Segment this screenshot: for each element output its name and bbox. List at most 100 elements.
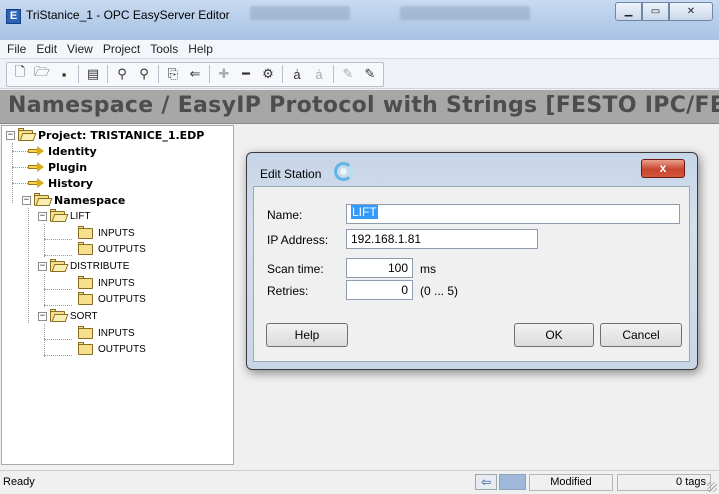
tree-item-sort[interactable]: − SORT — [38, 308, 98, 324]
menu-bar: File Edit View Project Tools Help — [0, 40, 719, 59]
find-icon[interactable]: ⚲ — [111, 63, 133, 85]
retries-range: (0 ... 5) — [420, 284, 459, 298]
name-label: Name: — [267, 208, 303, 222]
scan-time-field[interactable]: 100 — [346, 258, 413, 278]
toolbar: 🗋 🗁 ▪ ▤ ⚲ ⚲ ⎘ ⇐ ✚ ━ ⚙ ẚ ẚ ✎ ✎ — [0, 60, 719, 89]
tree-label: OUTPUTS — [98, 343, 146, 355]
name-field[interactable]: LIFT — [346, 204, 680, 224]
menu-file[interactable]: File — [2, 42, 31, 56]
toolbar-group: 🗋 🗁 ▪ ▤ ⚲ ⚲ ⎘ ⇐ ✚ ━ ⚙ ẚ ẚ ✎ ✎ — [6, 61, 384, 87]
arrow-right-icon — [28, 146, 45, 156]
cancel-button[interactable]: Cancel — [600, 323, 682, 347]
tree-label: History — [48, 176, 93, 190]
collapse-icon[interactable]: − — [38, 261, 47, 271]
resize-grip-icon[interactable] — [707, 482, 717, 492]
title-bar: E TriStanice_1 - OPC EasyServer Editor ▁… — [0, 0, 719, 40]
modified-status: Modified — [529, 474, 613, 491]
ip-label: IP Address: — [267, 233, 329, 247]
tree-item-identity[interactable]: Identity — [28, 143, 97, 159]
tree-label: OUTPUTS — [98, 293, 146, 305]
window-title: TriStanice_1 - OPC EasyServer Editor — [26, 8, 230, 22]
tree-label: Identity — [48, 144, 97, 158]
minimize-icon[interactable]: ▁ — [615, 2, 642, 21]
folder-open-icon — [50, 309, 69, 322]
back-arrow-icon[interactable]: ⇦ — [475, 474, 497, 490]
folder-open-icon — [50, 209, 69, 222]
menu-view[interactable]: View — [62, 42, 98, 56]
new-icon[interactable]: 🗋 — [9, 63, 31, 85]
folder-icon — [78, 292, 95, 305]
rename-disabled-icon[interactable]: ẚ — [308, 63, 330, 85]
status-indicator — [499, 474, 526, 490]
tree-item-namespace[interactable]: − Namespace — [22, 192, 125, 208]
tree-label: DISTRIBUTE — [70, 260, 130, 272]
collapse-icon[interactable]: − — [38, 311, 47, 321]
folder-icon — [78, 342, 95, 355]
open-icon[interactable]: 🗁 — [31, 63, 53, 85]
ip-address-field[interactable]: 192.168.1.81 — [346, 229, 538, 249]
blurred-title-region — [250, 6, 350, 20]
tree-label: INPUTS — [98, 327, 135, 339]
back-icon[interactable]: ⇐ — [184, 63, 206, 85]
loading-spinner-icon — [334, 162, 353, 181]
folder-icon — [78, 242, 95, 255]
tree-label: Namespace — [54, 193, 126, 207]
dialog-body: Name: LIFT IP Address: 192.168.1.81 Scan… — [253, 186, 690, 362]
status-bar: Ready ⇦ Modified 0 tags — [0, 470, 719, 494]
menu-tools[interactable]: Tools — [145, 42, 183, 56]
tree-label: Plugin — [48, 160, 88, 174]
tree-item-distribute[interactable]: − DISTRIBUTE — [38, 258, 129, 274]
close-icon[interactable]: ✕ — [669, 2, 713, 21]
menu-edit[interactable]: Edit — [31, 42, 62, 56]
menu-help[interactable]: Help — [183, 42, 218, 56]
tree-item-lift-outputs[interactable]: OUTPUTS — [78, 241, 146, 257]
folder-open-icon — [34, 193, 53, 206]
arrow-right-icon — [28, 162, 45, 172]
properties-icon[interactable]: ▤ — [82, 63, 104, 85]
tree-item-lift-inputs[interactable]: INPUTS — [78, 225, 135, 241]
scan-time-unit: ms — [420, 262, 436, 276]
tree-item-plugin[interactable]: Plugin — [28, 159, 87, 175]
tree-item-distribute-outputs[interactable]: OUTPUTS — [78, 291, 146, 307]
ok-button[interactable]: OK — [514, 323, 594, 347]
name-value: LIFT — [351, 205, 378, 219]
rename-icon[interactable]: ẚ — [286, 63, 308, 85]
tree-item-lift[interactable]: − LIFT — [38, 208, 91, 224]
collapse-icon[interactable]: − — [6, 130, 15, 140]
tree-label: OUTPUTS — [98, 243, 146, 255]
folder-icon — [78, 326, 95, 339]
tree-item-history[interactable]: History — [28, 175, 93, 191]
arrow-right-icon — [28, 178, 45, 188]
folder-open-icon — [18, 128, 37, 141]
page-title: Namespace / EasyIP Protocol with Strings… — [8, 93, 719, 118]
collapse-icon[interactable]: − — [22, 195, 31, 205]
folder-icon — [78, 276, 95, 289]
import-icon[interactable]: ⎘ — [162, 63, 184, 85]
maximize-icon[interactable]: ▭ — [642, 2, 669, 21]
blurred-title-region — [400, 6, 530, 20]
tree-item-distribute-inputs[interactable]: INPUTS — [78, 275, 135, 291]
tree-item-sort-inputs[interactable]: INPUTS — [78, 325, 135, 341]
tree-item-project[interactable]: − Project: TRISTANICE_1.EDP — [6, 127, 204, 143]
tag-count: 0 tags — [617, 474, 711, 491]
tree-label: SORT — [70, 310, 98, 322]
save-icon[interactable]: ▪ — [53, 63, 75, 85]
edit-icon[interactable]: ✎ — [359, 63, 381, 85]
app-icon: E — [6, 9, 21, 24]
retries-field[interactable]: 0 — [346, 280, 413, 300]
remove-icon[interactable]: ━ — [235, 63, 257, 85]
edit-disabled-icon[interactable]: ✎ — [337, 63, 359, 85]
project-tree[interactable]: − Project: TRISTANICE_1.EDP Identity Plu… — [1, 125, 234, 465]
add-icon[interactable]: ✚ — [213, 63, 235, 85]
settings-icon[interactable]: ⚙ — [257, 63, 279, 85]
close-icon[interactable]: x — [641, 159, 685, 178]
dialog-title: Edit Station — [260, 167, 322, 181]
folder-open-icon — [50, 259, 69, 272]
tree-label: INPUTS — [98, 227, 135, 239]
find-replace-icon[interactable]: ⚲ — [133, 63, 155, 85]
tree-item-sort-outputs[interactable]: OUTPUTS — [78, 341, 146, 357]
namespace-header: Namespace / EasyIP Protocol with Strings… — [0, 90, 719, 124]
menu-project[interactable]: Project — [98, 42, 145, 56]
collapse-icon[interactable]: − — [38, 211, 47, 221]
help-button[interactable]: Help — [266, 323, 348, 347]
